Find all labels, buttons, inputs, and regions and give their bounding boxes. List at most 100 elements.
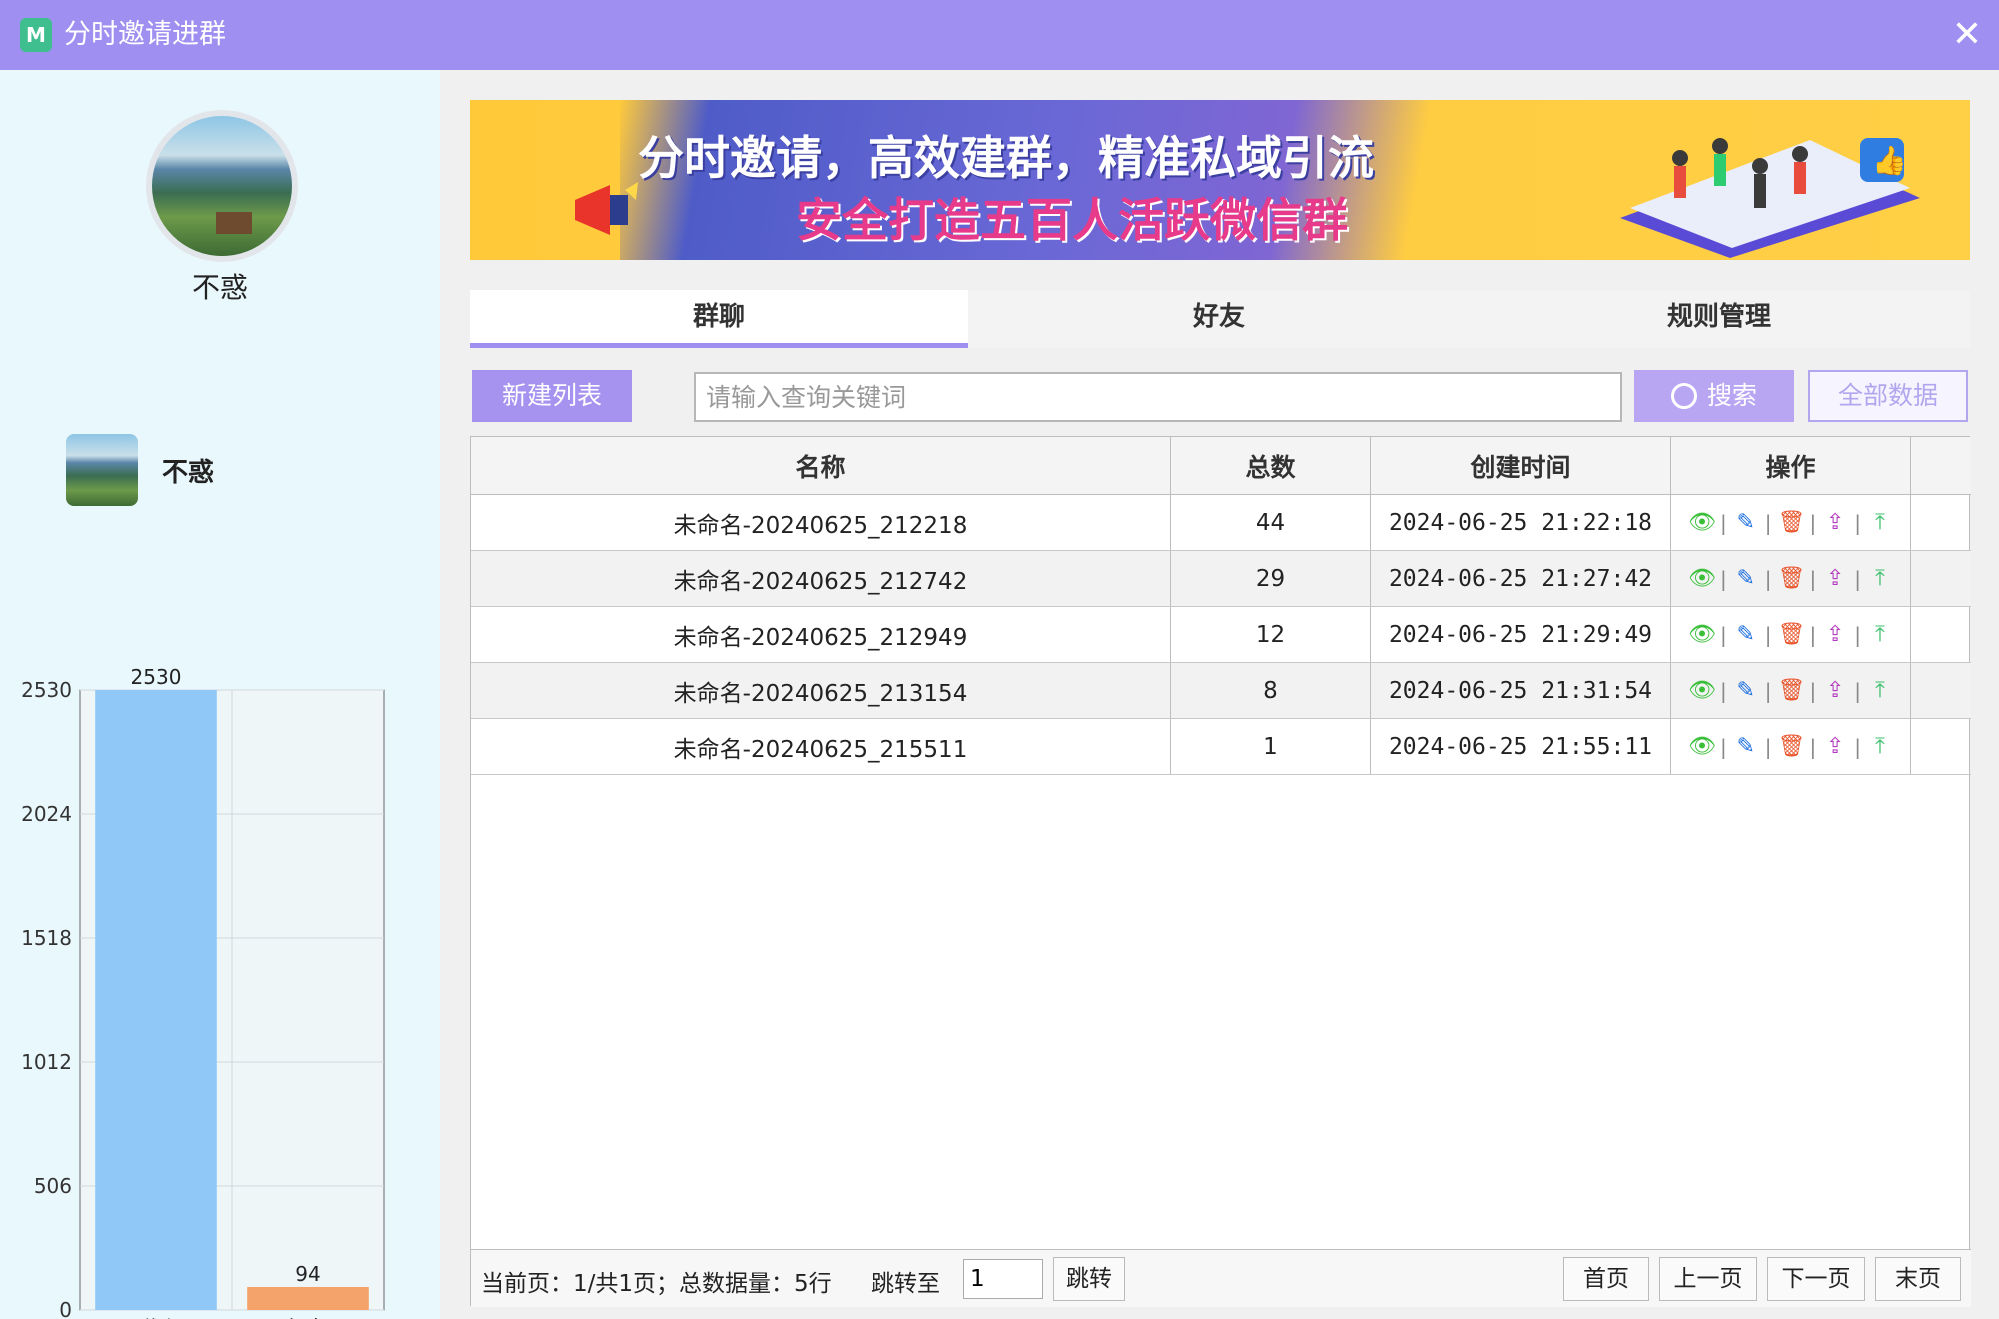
jump-page-input[interactable] (963, 1259, 1043, 1299)
row-created-time: 2024-06-25 21:27:42 (1371, 551, 1671, 606)
action-separator: | (1720, 510, 1727, 535)
action-separator: | (1809, 510, 1817, 535)
row-total: 44 (1171, 495, 1371, 550)
title-bar: M 分时邀请进群 ✕ (0, 0, 1999, 70)
row-name: 未命名-20240625_212742 (471, 551, 1171, 606)
prev-page-button[interactable]: 上一页 (1659, 1257, 1757, 1301)
pagination-bar: 当前页：1/共1页；总数据量：5行 跳转至 跳转 首页 上一页 下一页 末页 (471, 1249, 1971, 1307)
tab-bar: 群聊 好友 规则管理 (470, 290, 1970, 348)
row-created-time: 2024-06-25 21:31:54 (1371, 663, 1671, 718)
edit-icon[interactable]: ✎ (1733, 510, 1759, 536)
chart-ytick-label: 1518 (21, 926, 72, 950)
header-extra (1911, 437, 1971, 494)
action-separator: | (1720, 566, 1727, 591)
table-row[interactable]: 未命名-20240625_212218 44 2024-06-25 21:22:18… (471, 495, 1971, 551)
first-page-button[interactable]: 首页 (1563, 1257, 1649, 1301)
delete-icon[interactable]: 🗑 (1778, 510, 1806, 536)
close-button[interactable]: ✕ (1943, 12, 1991, 58)
row-total: 1 (1171, 719, 1371, 774)
edit-icon[interactable]: ✎ (1733, 622, 1759, 648)
row-actions: 👁 | ✎ | 🗑 | ⇪ | ⤒ (1671, 719, 1911, 774)
avatar-small (66, 434, 138, 506)
action-separator: | (1720, 734, 1727, 759)
window-title: 分时邀请进群 (64, 19, 226, 50)
phone-illustration-icon: 👍 (1620, 138, 1920, 258)
top-icon[interactable]: ⤒ (1867, 622, 1893, 648)
app-logo-icon: M (20, 18, 52, 52)
top-icon[interactable]: ⤒ (1867, 510, 1893, 536)
user-name-large: 不惑 (191, 271, 248, 304)
row-actions: 👁 | ✎ | 🗑 | ⇪ | ⤒ (1671, 663, 1911, 718)
last-page-button[interactable]: 末页 (1875, 1257, 1961, 1301)
promo-banner: 分时邀请，高效建群，精准私域引流 安全打造五百人活跃微信群 👍 (470, 100, 1970, 260)
eye-icon[interactable]: 👁 (1688, 566, 1716, 592)
row-actions: 👁 | ✎ | 🗑 | ⇪ | ⤒ (1671, 495, 1911, 550)
row-name: 未命名-20240625_213154 (471, 663, 1171, 718)
chart-value-label: 2530 (131, 665, 182, 689)
action-separator: | (1764, 566, 1772, 591)
row-total: 29 (1171, 551, 1371, 606)
delete-icon[interactable]: 🗑 (1778, 678, 1806, 704)
row-created-time: 2024-06-25 21:22:18 (1371, 495, 1671, 550)
action-separator: | (1854, 734, 1861, 759)
table-header: 名称 总数 创建时间 操作 (471, 437, 1971, 495)
export-icon[interactable]: ⇪ (1822, 734, 1848, 760)
row-created-time: 2024-06-25 21:55:11 (1371, 719, 1671, 774)
action-separator: | (1764, 510, 1772, 535)
action-separator: | (1720, 622, 1727, 647)
avatar-house-shape (216, 212, 252, 234)
row-extra (1911, 663, 1971, 718)
all-data-button[interactable]: 全部数据 (1808, 370, 1968, 422)
header-name: 名称 (471, 437, 1171, 494)
action-separator: | (1809, 622, 1817, 647)
eye-icon[interactable]: 👁 (1688, 510, 1716, 536)
top-icon[interactable]: ⤒ (1867, 678, 1893, 704)
tab-group-chat[interactable]: 群聊 (470, 290, 968, 348)
edit-icon[interactable]: ✎ (1733, 678, 1759, 704)
chart-value-label: 94 (295, 1262, 320, 1286)
action-separator: | (1854, 510, 1861, 535)
chart-ytick-label: 2530 (21, 678, 72, 702)
next-page-button[interactable]: 下一页 (1767, 1257, 1865, 1301)
row-name: 未命名-20240625_212949 (471, 607, 1171, 662)
search-button[interactable]: 搜索 (1634, 370, 1794, 422)
edit-icon[interactable]: ✎ (1733, 734, 1759, 760)
table-row[interactable]: 未命名-20240625_213154 8 2024-06-25 21:31:54 👁… (471, 663, 1971, 719)
delete-icon[interactable]: 🗑 (1778, 734, 1806, 760)
search-input[interactable] (694, 372, 1622, 422)
row-actions: 👁 | ✎ | 🗑 | ⇪ | ⤒ (1671, 607, 1911, 662)
chart-ytick-label: 2024 (21, 802, 72, 826)
row-created-time: 2024-06-25 21:29:49 (1371, 607, 1671, 662)
row-extra (1911, 607, 1971, 662)
avatar (146, 110, 298, 262)
eye-icon[interactable]: 👁 (1688, 734, 1716, 760)
export-icon[interactable]: ⇪ (1822, 510, 1848, 536)
action-separator: | (1809, 566, 1817, 591)
chart-ytick-label: 1012 (21, 1050, 72, 1074)
top-icon[interactable]: ⤒ (1867, 566, 1893, 592)
jump-button[interactable]: 跳转 (1053, 1257, 1125, 1301)
tab-rule-management[interactable]: 规则管理 (1470, 290, 1968, 348)
sidebar: 不惑 不惑 050610121518202425302530群聊94好友 (0, 70, 440, 1319)
delete-icon[interactable]: 🗑 (1778, 566, 1806, 592)
eye-icon[interactable]: 👁 (1688, 678, 1716, 704)
table-row[interactable]: 未命名-20240625_215511 1 2024-06-25 21:55:11 👁… (471, 719, 1971, 775)
table-row[interactable]: 未命名-20240625_212742 29 2024-06-25 21:27:42… (471, 551, 1971, 607)
page-info: 当前页：1/共1页；总数据量：5行 (481, 1271, 832, 1297)
export-icon[interactable]: ⇪ (1822, 622, 1848, 648)
jump-label: 跳转至 (871, 1271, 940, 1297)
tab-friends[interactable]: 好友 (970, 290, 1468, 348)
row-extra (1911, 719, 1971, 774)
delete-icon[interactable]: 🗑 (1778, 622, 1806, 648)
export-icon[interactable]: ⇪ (1822, 566, 1848, 592)
row-total: 8 (1171, 663, 1371, 718)
header-ops: 操作 (1671, 437, 1911, 494)
banner-subheadline: 安全打造五百人活跃微信群 (796, 193, 1348, 247)
top-icon[interactable]: ⤒ (1867, 734, 1893, 760)
table-row[interactable]: 未命名-20240625_212949 12 2024-06-25 21:29:49… (471, 607, 1971, 663)
new-list-button[interactable]: 新建列表 (472, 370, 632, 422)
edit-icon[interactable]: ✎ (1733, 566, 1759, 592)
eye-icon[interactable]: 👁 (1688, 622, 1716, 648)
action-separator: | (1809, 734, 1817, 759)
export-icon[interactable]: ⇪ (1822, 678, 1848, 704)
